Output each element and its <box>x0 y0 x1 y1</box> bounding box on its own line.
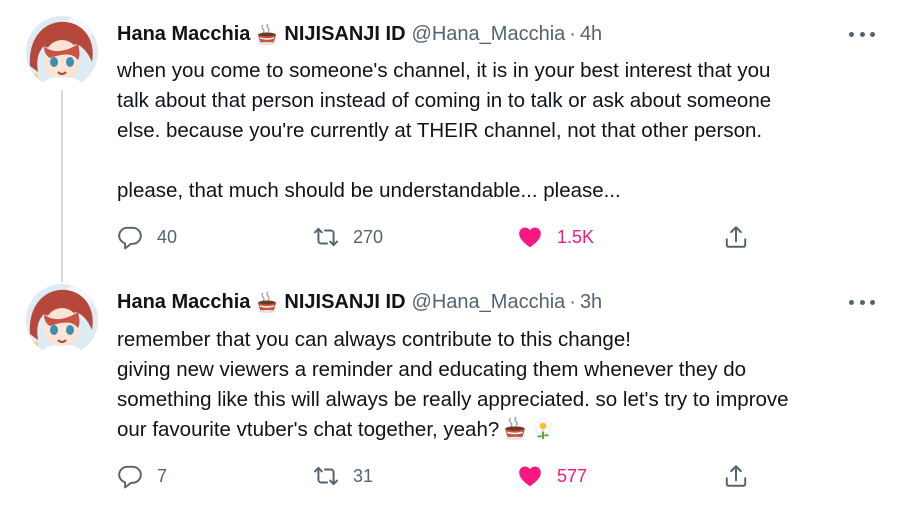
tweet-text-last-line: our favourite vtuber's chat together, ye… <box>117 415 877 445</box>
tweet-text: remember that you can always contribute … <box>117 325 877 445</box>
reply-icon <box>117 224 143 250</box>
reply-button[interactable]: 7 <box>117 461 167 491</box>
tweet-text-line: when you come to someone's channel, it i… <box>117 59 771 82</box>
share-icon <box>723 224 749 250</box>
avatar[interactable] <box>26 16 98 88</box>
separator-dot: · <box>569 290 576 313</box>
like-count: 1.5K <box>557 226 595 247</box>
tweet-text-line: else. because you're currently at THEIR … <box>117 119 763 142</box>
heart-icon <box>517 224 543 250</box>
coffee-emoji-icon <box>256 23 278 45</box>
reply-count: 40 <box>157 226 178 247</box>
tweet[interactable]: Hana Macchia NIJISANJI ID @Hana_Macchia … <box>0 0 897 282</box>
reply-count: 7 <box>157 465 168 486</box>
flower-emoji-icon <box>531 416 555 440</box>
separator-dot: · <box>569 22 576 45</box>
tweet-text-line: talk about that person instead of coming… <box>117 89 772 112</box>
user-handle[interactable]: @Hana_Macchia <box>412 291 566 314</box>
tweet-text-line: remember that you can always contribute … <box>117 328 631 351</box>
tweet-text-line <box>117 146 877 176</box>
share-icon <box>723 463 749 489</box>
retweet-icon <box>313 224 339 250</box>
display-name[interactable]: Hana Macchia <box>117 291 250 314</box>
like-button[interactable]: 1.5K <box>517 222 594 252</box>
display-name[interactable]: Hana Macchia <box>117 23 250 46</box>
like-count: 577 <box>557 465 588 486</box>
tweet-text-line: our favourite vtuber's chat together, ye… <box>117 418 500 441</box>
share-button[interactable] <box>723 222 749 252</box>
tweet-text-line: please, that much should be understandab… <box>117 179 621 202</box>
timestamp[interactable]: 4h <box>580 23 602 46</box>
retweet-button[interactable]: 270 <box>313 222 383 252</box>
tweet-header: Hana Macchia NIJISANJI ID @Hana_Macchia … <box>117 20 602 48</box>
name-suffix: NIJISANJI ID <box>284 290 406 313</box>
heart-icon <box>517 463 543 489</box>
more-icon[interactable] <box>849 290 875 314</box>
tweet-text-line: something like this will always be reall… <box>117 388 789 411</box>
tweet-text-line: giving new viewers a reminder and educat… <box>117 358 747 381</box>
retweet-count: 31 <box>353 465 374 486</box>
avatar[interactable] <box>26 284 98 356</box>
share-button[interactable] <box>723 461 749 491</box>
tweet-header: Hana Macchia NIJISANJI ID @Hana_Macchia … <box>117 288 602 316</box>
name-suffix: NIJISANJI ID <box>284 22 406 45</box>
user-handle[interactable]: @Hana_Macchia <box>412 23 566 46</box>
retweet-icon <box>313 463 339 489</box>
like-button[interactable]: 577 <box>517 461 587 491</box>
tweet-text: when you come to someone's channel, it i… <box>117 56 877 206</box>
tweet-actions: 40 270 1.5K <box>117 222 767 252</box>
timestamp[interactable]: 3h <box>580 291 602 314</box>
coffee-emoji-icon <box>503 416 527 440</box>
retweet-button[interactable]: 31 <box>313 461 373 491</box>
thread-line <box>61 90 63 282</box>
tweet[interactable]: Hana Macchia NIJISANJI ID @Hana_Macchia … <box>0 280 897 521</box>
retweet-count: 270 <box>353 226 384 247</box>
tweet-actions: 7 31 577 <box>117 461 767 491</box>
coffee-emoji-icon <box>256 291 278 313</box>
reply-button[interactable]: 40 <box>117 222 177 252</box>
reply-icon <box>117 463 143 489</box>
more-icon[interactable] <box>849 22 875 46</box>
